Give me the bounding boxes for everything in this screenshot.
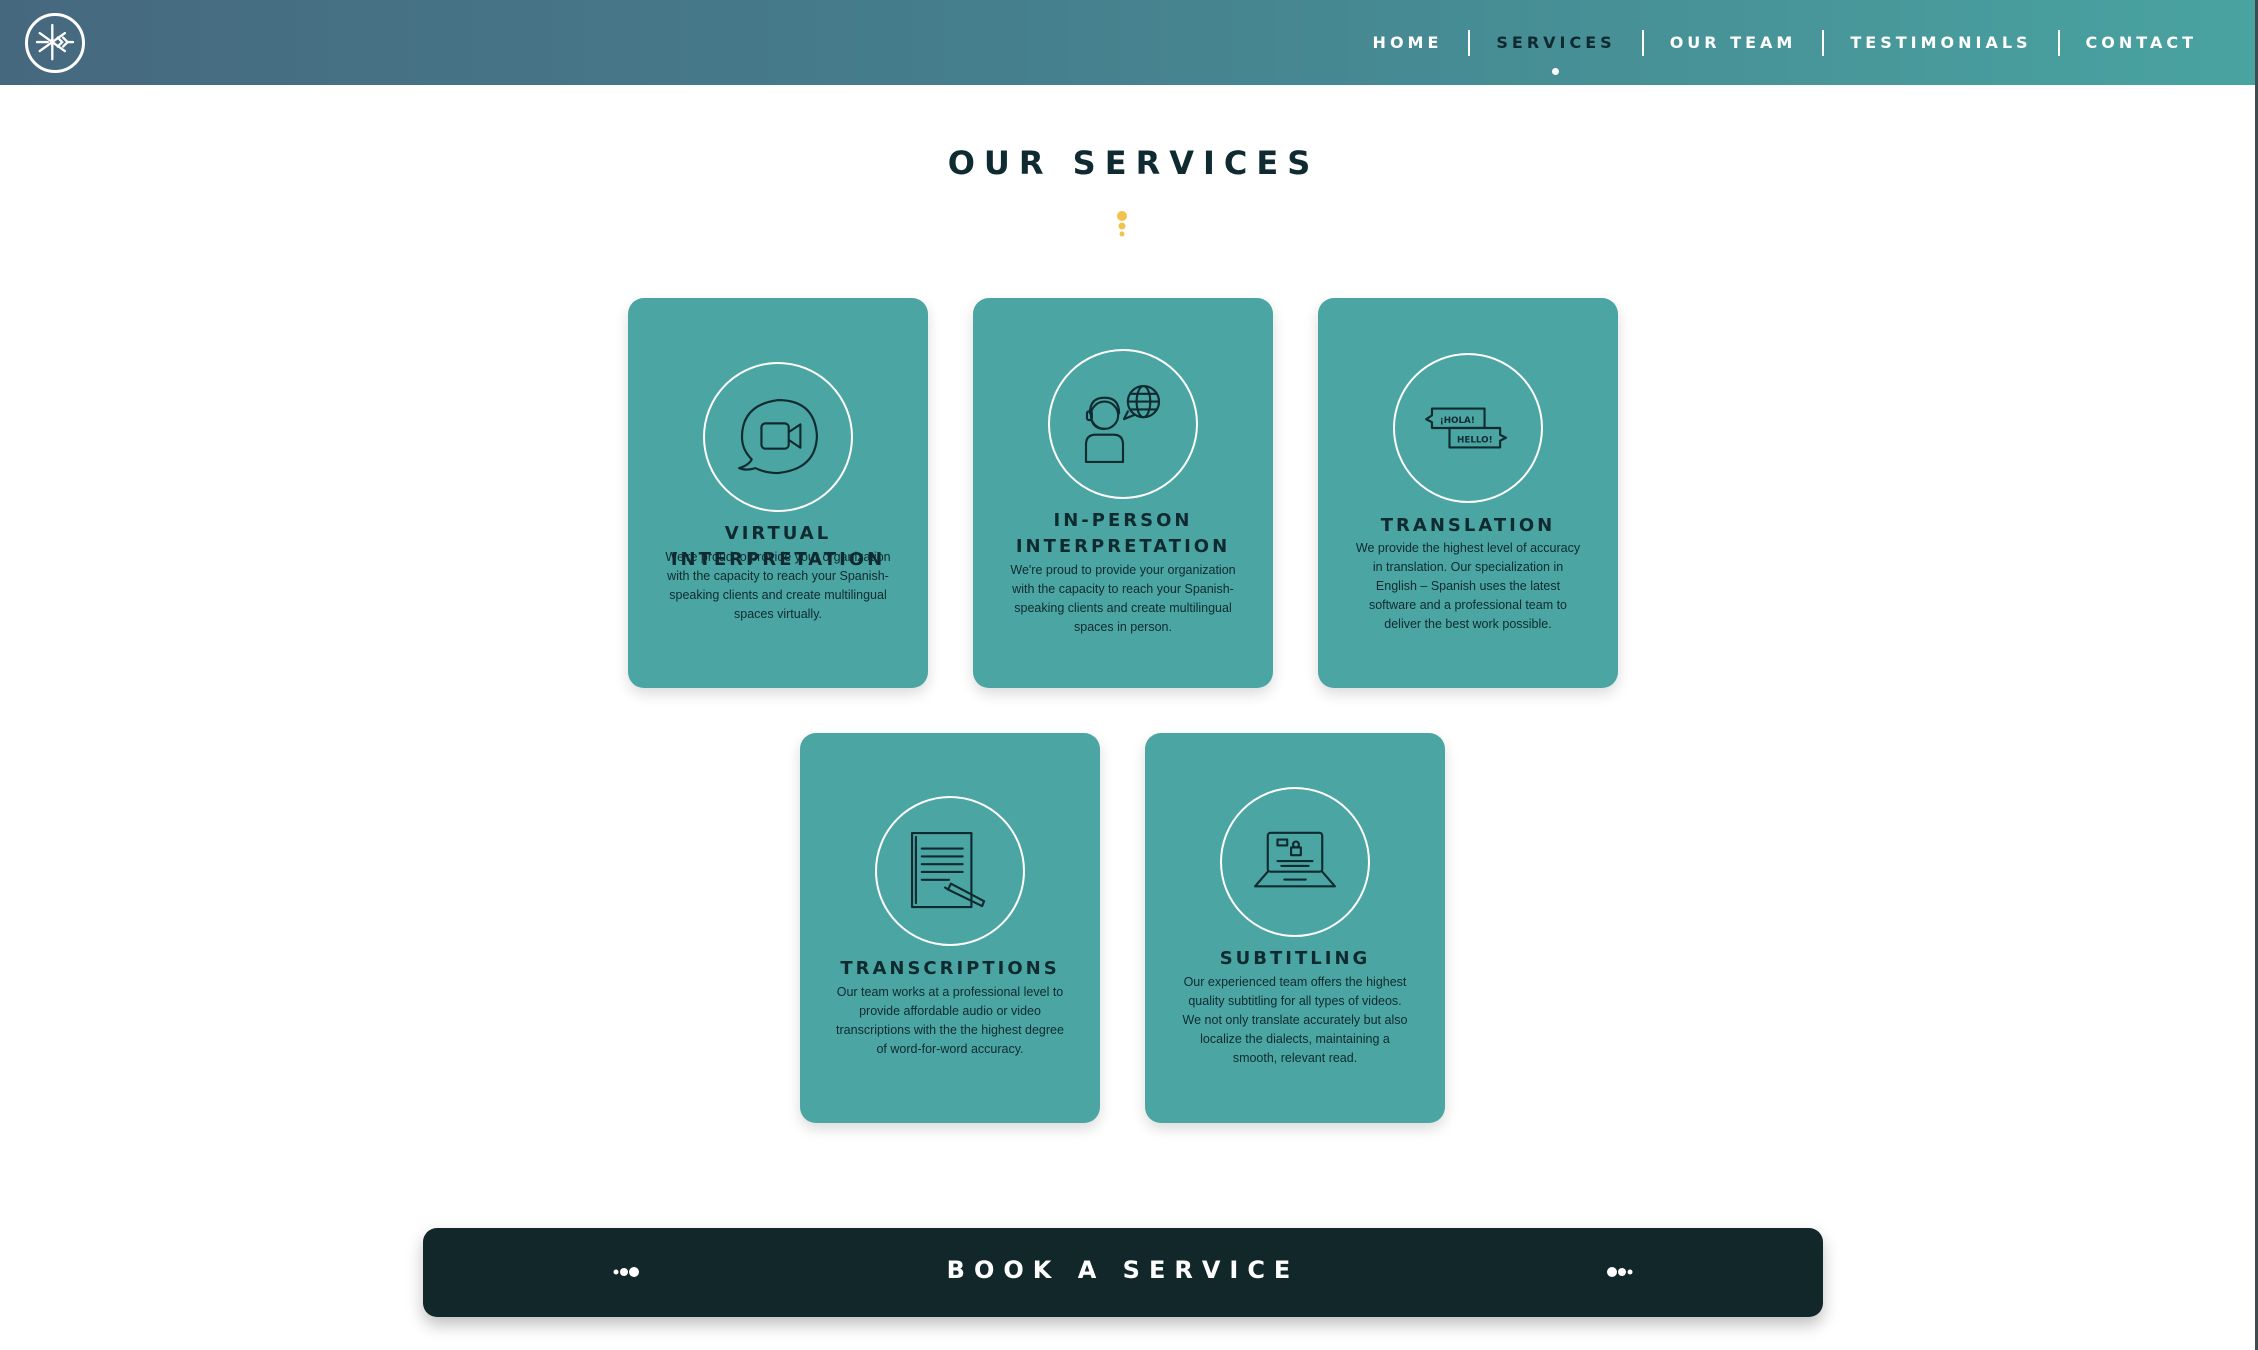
service-card-transcriptions[interactable]: TRANSCRIPTIONS Our team works at a profe… — [800, 733, 1100, 1123]
service-card-in-person-interpretation[interactable]: IN-PERSON INTERPRETATION We're proud to … — [973, 298, 1273, 688]
service-card-title: TRANSLATION — [1380, 515, 1556, 536]
service-card-description: We're proud to provide your organization… — [1010, 563, 1236, 634]
asterisk-arrows-logo-icon — [35, 23, 75, 61]
service-card-title: TRANSCRIPTIONS — [840, 958, 1060, 979]
site-header: HOME SERVICES OUR TEAM TESTIMONIALS CONT… — [0, 0, 2255, 85]
icon-label-hello: HELLO! — [1457, 436, 1493, 446]
video-chat-bubble-icon — [703, 362, 853, 512]
laptop-subtitles-icon — [1220, 787, 1370, 937]
service-card-translation[interactable]: ¡HOLA! HELLO! TRANSLATION We provide the… — [1318, 298, 1618, 688]
page-title: OUR SERVICES — [947, 144, 1320, 182]
active-indicator-dot — [1552, 67, 1560, 75]
service-card-description: Our experienced team offers the highest … — [1182, 975, 1408, 1065]
nav-testimonials[interactable]: TESTIMONIALS — [1824, 31, 2057, 55]
document-pen-icon — [875, 796, 1025, 946]
nav-home[interactable]: HOME — [1347, 31, 1469, 55]
service-card-virtual-interpretation[interactable]: VIRTUAL INTERPRETATION We're proud to pr… — [628, 298, 928, 688]
main-nav: HOME SERVICES OUR TEAM TESTIMONIALS CONT… — [1347, 0, 2223, 85]
book-service-button[interactable]: BOOK A SERVICE — [423, 1228, 1823, 1317]
speech-bubbles-hola-hello-icon: ¡HOLA! HELLO! — [1393, 353, 1543, 503]
interpreter-headset-globe-icon — [1048, 349, 1198, 499]
nav-our-team[interactable]: OUR TEAM — [1644, 31, 1823, 55]
service-card-description: We provide the highest level of accuracy… — [1355, 541, 1581, 631]
logo[interactable] — [25, 13, 85, 73]
service-card-description: We're proud to provide your organization… — [665, 550, 891, 621]
service-card-title: SUBTITLING — [1219, 948, 1371, 969]
icon-label-hola: ¡HOLA! — [1440, 416, 1475, 426]
nav-contact[interactable]: CONTACT — [2060, 31, 2223, 55]
dots-decoration-right-icon — [1605, 1265, 1633, 1279]
nav-services[interactable]: SERVICES — [1470, 31, 1641, 75]
service-card-subtitling[interactable]: SUBTITLING Our experienced team offers t… — [1145, 733, 1445, 1123]
service-card-title: IN-PERSON INTERPRETATION — [1015, 510, 1231, 557]
service-card-description: Our team works at a professional level t… — [836, 985, 1064, 1056]
vertical-dots-divider-icon — [1117, 211, 1127, 237]
nav-services-label: SERVICES — [1496, 32, 1616, 52]
